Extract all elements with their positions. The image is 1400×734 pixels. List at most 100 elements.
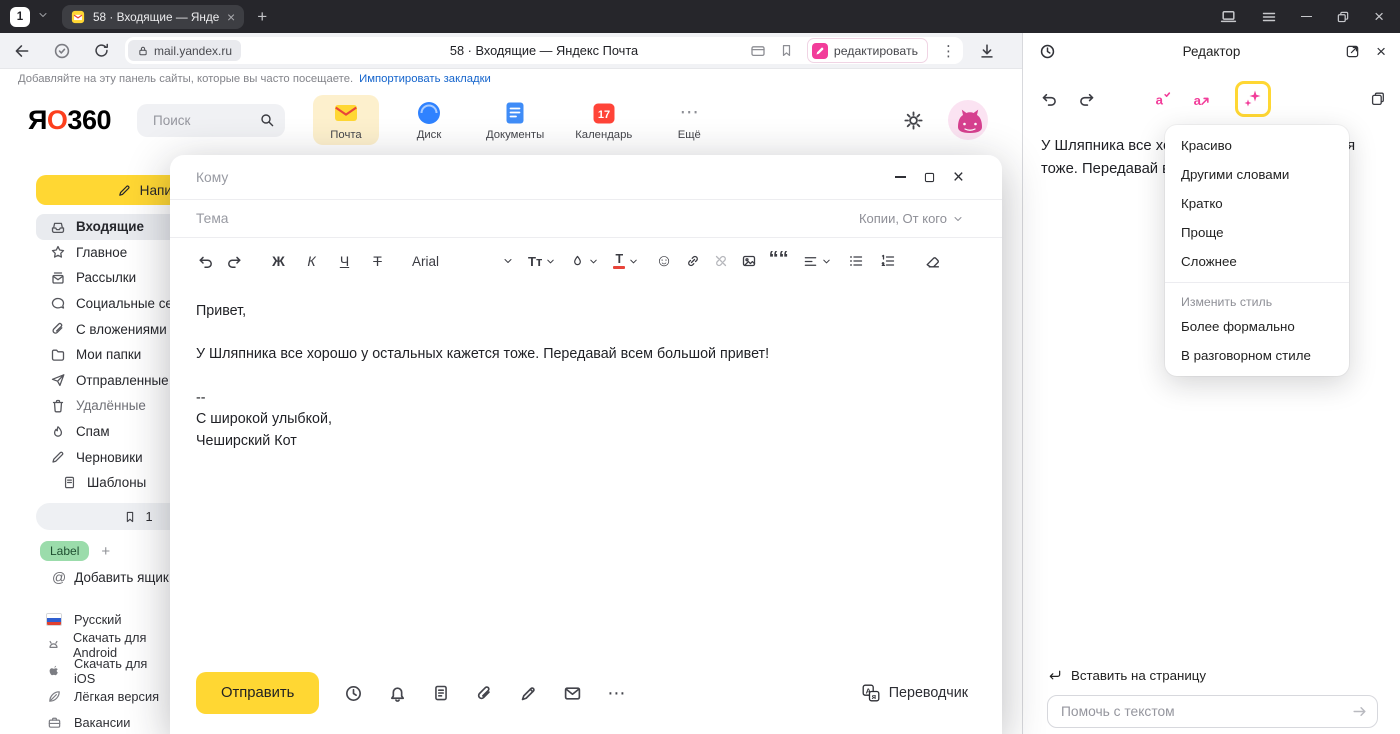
more-actions-icon[interactable]: ⋯: [607, 683, 625, 704]
magic-improve-button[interactable]: [1235, 81, 1271, 117]
light-version-link[interactable]: Лёгкая версия: [46, 684, 172, 710]
language-link[interactable]: Русский: [46, 607, 172, 633]
android-link[interactable]: Скачать для Android: [46, 633, 172, 659]
compose-minimize-icon[interactable]: [895, 176, 906, 178]
numbered-list-icon[interactable]: [880, 253, 896, 269]
add-mailbox[interactable]: @ Добавить ящик: [52, 569, 169, 585]
menu-item-simpler[interactable]: Проще: [1165, 218, 1349, 247]
menu-icon[interactable]: [1261, 9, 1277, 25]
service-mail[interactable]: Почта: [313, 95, 379, 145]
user-avatar[interactable]: [948, 100, 988, 140]
strikethrough-button[interactable]: Т: [367, 253, 388, 269]
service-calendar[interactable]: 17 Календарь: [568, 95, 639, 145]
spellcheck-icon[interactable]: а: [1153, 90, 1172, 109]
attach-paperclip-icon[interactable]: [475, 684, 494, 703]
tab-list-chevron-icon[interactable]: [37, 9, 49, 24]
edit-mode-button[interactable]: редактировать: [807, 38, 928, 63]
align-select[interactable]: [803, 254, 832, 269]
reminder-bell-icon[interactable]: [388, 684, 407, 703]
pinned-count: 1: [145, 509, 152, 524]
import-bookmarks-link[interactable]: Импортировать закладки: [359, 73, 491, 85]
panel-close-icon[interactable]: ×: [1376, 43, 1386, 60]
search-input[interactable]: [151, 112, 247, 129]
compose-to-row[interactable]: Кому ×: [170, 155, 1002, 200]
font-size-select[interactable]: Tт: [528, 254, 556, 269]
link-icon[interactable]: [685, 253, 701, 269]
menu-item-beautiful[interactable]: Красиво: [1165, 131, 1349, 160]
body-line: У Шляпника все хорошо у остальных кажетс…: [196, 344, 976, 365]
emoji-icon[interactable]: ☺: [655, 251, 672, 271]
envelope-icon[interactable]: [563, 684, 582, 703]
menu-item-conversational[interactable]: В разговорном стиле: [1165, 341, 1349, 370]
translator-button[interactable]: А я Переводчик: [862, 684, 968, 702]
domain-chip[interactable]: mail.yandex.ru: [128, 40, 241, 61]
card-icon[interactable]: [750, 43, 766, 59]
tab-close-icon[interactable]: ×: [227, 9, 235, 25]
history-clock-icon[interactable]: [1039, 43, 1056, 60]
quote-icon[interactable]: ““: [769, 254, 789, 268]
unlink-icon[interactable]: [713, 253, 729, 269]
reload-icon[interactable]: [93, 42, 110, 59]
menu-item-shorter[interactable]: Кратко: [1165, 189, 1349, 218]
redo-icon[interactable]: [227, 253, 244, 270]
tab-bar: 1 58 · Входящие — Яндекс Почта × + ×: [0, 0, 1400, 33]
open-in-window-icon[interactable]: [1345, 44, 1360, 59]
menu-item-other-words[interactable]: Другими словами: [1165, 160, 1349, 189]
compose-subject-row[interactable]: Тема Копии, От кого: [170, 200, 1002, 238]
body-line: Привет,: [196, 301, 976, 322]
vacancies-link[interactable]: Вакансии: [46, 709, 172, 734]
rephrase-icon[interactable]: а: [1192, 90, 1211, 109]
download-icon[interactable]: [978, 42, 996, 60]
submit-arrow-icon[interactable]: [1351, 703, 1368, 720]
underline-button[interactable]: Ч: [334, 253, 355, 269]
pen-icon[interactable]: [519, 684, 538, 703]
panel-redo-icon[interactable]: [1079, 90, 1097, 108]
yandex360-logo[interactable]: ЯО360: [28, 105, 111, 136]
assistant-input[interactable]: [1047, 695, 1378, 728]
insert-image-icon[interactable]: [741, 253, 757, 269]
service-disk[interactable]: Диск: [396, 95, 462, 145]
label-tag[interactable]: Label: [40, 541, 89, 561]
briefcase-icon: [46, 715, 62, 730]
search-icon[interactable]: [259, 112, 275, 128]
window-close-icon[interactable]: ×: [1374, 8, 1384, 25]
new-tab-button[interactable]: +: [257, 7, 267, 27]
service-docs[interactable]: Документы: [479, 95, 551, 145]
devices-icon[interactable]: [1220, 8, 1237, 25]
message-body-editor[interactable]: Привет, У Шляпника все хорошо у остальны…: [170, 284, 1002, 652]
schedule-clock-icon[interactable]: [344, 684, 363, 703]
settings-gear-icon[interactable]: [903, 110, 924, 131]
active-tab[interactable]: 58 · Входящие — Яндекс Почта ×: [62, 5, 244, 29]
back-icon[interactable]: [13, 42, 31, 60]
send-button[interactable]: Отправить: [196, 672, 319, 714]
eraser-icon[interactable]: [924, 253, 941, 270]
insert-to-page-button[interactable]: Вставить на страницу: [1047, 668, 1378, 683]
service-more-label: Ещё: [678, 129, 701, 141]
bullet-list-icon[interactable]: [848, 253, 864, 269]
search-box[interactable]: [137, 104, 285, 137]
compose-close-icon[interactable]: ×: [953, 168, 964, 187]
notes-icon[interactable]: [432, 684, 450, 702]
bookmark-icon[interactable]: [779, 43, 794, 58]
italic-button[interactable]: К: [301, 253, 322, 269]
tab-group-chip[interactable]: 1: [10, 7, 30, 27]
window-minimize-icon[interactable]: [1301, 16, 1312, 18]
menu-item-more-formal[interactable]: Более формально: [1165, 312, 1349, 341]
add-label-icon[interactable]: +: [101, 543, 110, 560]
text-color-select[interactable]: Т: [613, 254, 639, 269]
menu-item-more-complex[interactable]: Сложнее: [1165, 247, 1349, 276]
copy-pages-icon[interactable]: [1370, 91, 1386, 107]
fill-color-select[interactable]: [570, 254, 599, 269]
protect-icon[interactable]: [53, 42, 71, 60]
ios-link[interactable]: Скачать для iOS: [46, 658, 172, 684]
panel-undo-icon[interactable]: [1039, 90, 1057, 108]
undo-icon[interactable]: [196, 253, 213, 270]
service-more[interactable]: ⋯ Ещё: [656, 95, 722, 145]
font-family-select[interactable]: Arial: [412, 254, 514, 269]
compose-expand-icon[interactable]: [923, 171, 936, 184]
cc-from-toggle[interactable]: Копии, От кого: [859, 211, 964, 226]
window-restore-icon[interactable]: [1336, 10, 1350, 24]
address-bar[interactable]: mail.yandex.ru 58 · Входящие — Яндекс По…: [125, 37, 963, 64]
bold-button[interactable]: Ж: [268, 253, 289, 269]
address-overflow-icon[interactable]: ⋮: [941, 42, 956, 60]
